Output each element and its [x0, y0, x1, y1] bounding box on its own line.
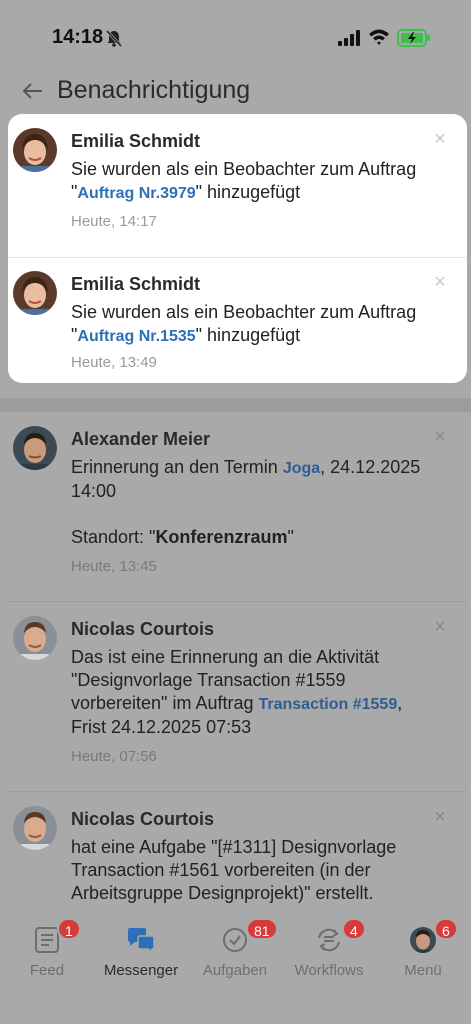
section-separator	[0, 398, 471, 412]
avatar	[13, 616, 57, 660]
notification-text: Das ist eine Erinnerung an die Aktivität…	[71, 646, 441, 739]
task-link[interactable]: Transaction #1559	[258, 696, 397, 713]
bell-off-icon	[104, 28, 124, 53]
close-icon[interactable]: ×	[430, 806, 450, 829]
notification-text: hat eine Aufgabe "[#1311] Designvorlage …	[71, 837, 397, 903]
feed-badge: 1	[57, 918, 81, 940]
sender-name: Nicolas Courtois	[71, 619, 215, 639]
notification-text: Sie wurden als ein Beobachter zum Auftra…	[71, 158, 461, 205]
notification-time: Heute, 14:17	[71, 213, 157, 230]
battery-icon	[397, 28, 431, 53]
tab-messenger[interactable]: Messenger	[94, 914, 188, 1004]
menu-badge: 6	[434, 918, 458, 940]
sender-name: Emilia Schmidt	[71, 131, 201, 151]
notification-message-end: " hinzugefügt	[195, 325, 301, 345]
avatar	[13, 271, 57, 315]
wifi-icon	[368, 28, 390, 51]
close-icon[interactable]: ×	[430, 271, 450, 294]
event-link[interactable]: Joga	[283, 460, 320, 477]
tasks-badge: 81	[246, 918, 278, 940]
notification-item[interactable]: Nicolas Courtois × Das ist eine Erinneru…	[8, 602, 467, 792]
feed-icon	[34, 926, 60, 959]
close-icon[interactable]: ×	[430, 426, 450, 449]
location-value: Konferenzraum	[155, 527, 288, 547]
back-arrow-icon[interactable]	[20, 78, 46, 109]
messenger-icon	[126, 926, 156, 959]
tab-feed[interactable]: 1 Feed	[0, 914, 94, 1004]
notification-item[interactable]: Emilia Schmidt × Sie wurden als ein Beob…	[8, 257, 467, 383]
tab-tasks[interactable]: 81 Aufgaben	[188, 914, 282, 1004]
header: Benachrichtigung	[0, 72, 471, 114]
bottom-tab-bar: 1 Feed Messenger 81 Aufgaben 4 Workflows…	[0, 914, 471, 1024]
avatar	[13, 426, 57, 470]
location-label: Standort: "	[71, 527, 156, 547]
notification-time: Heute, 13:49	[71, 354, 157, 371]
page-title: Benachrichtigung	[57, 76, 251, 104]
tasks-icon	[221, 926, 249, 959]
tab-label: Feed	[29, 962, 65, 979]
close-icon[interactable]: ×	[430, 128, 450, 151]
notification-item[interactable]: Nicolas Courtois × hat eine Aufgabe "[#1…	[8, 792, 467, 914]
location-end: "	[287, 527, 294, 547]
menu-avatar	[409, 926, 437, 959]
unread-notifications-card: Emilia Schmidt × Sie wurden als ein Beob…	[8, 114, 467, 383]
tab-label: Aufgaben	[202, 962, 268, 979]
tab-menu[interactable]: 6 Menü	[376, 914, 470, 1004]
status-bar: 14:18	[0, 0, 471, 72]
task-link[interactable]: Auftrag Nr.3979	[77, 185, 195, 202]
notification-item[interactable]: Emilia Schmidt × Sie wurden als ein Beob…	[8, 114, 467, 257]
cellular-signal-icon	[338, 30, 362, 51]
tab-label: Messenger	[103, 962, 179, 979]
location-line: Standort: "Konferenzraum"	[71, 526, 451, 549]
tab-label: Menü	[404, 962, 442, 979]
notification-message-end: " hinzugefügt	[195, 182, 301, 202]
notification-time: Heute, 13:45	[71, 558, 157, 575]
notification-item[interactable]: Alexander Meier × Erinnerung an den Term…	[8, 412, 467, 602]
sender-name: Nicolas Courtois	[71, 809, 215, 829]
status-time: 14:18	[52, 26, 104, 48]
workflows-icon	[314, 926, 344, 959]
notification-text: Sie wurden als ein Beobachter zum Auftra…	[71, 301, 461, 348]
notification-time: Heute, 07:56	[71, 748, 157, 765]
sender-name: Emilia Schmidt	[71, 274, 201, 294]
sender-name: Alexander Meier	[71, 429, 211, 449]
tab-workflows[interactable]: 4 Workflows	[282, 914, 376, 1004]
task-link[interactable]: Auftrag Nr.1535	[77, 328, 195, 345]
notification-text: Erinnerung an den Termin Joga, 24.12.202…	[71, 456, 451, 503]
avatar	[13, 806, 57, 850]
workflows-badge: 4	[342, 918, 366, 940]
avatar	[13, 128, 57, 172]
notification-message: Erinnerung an den Termin	[71, 457, 283, 477]
tab-label: Workflows	[294, 962, 364, 979]
close-icon[interactable]: ×	[430, 616, 450, 639]
